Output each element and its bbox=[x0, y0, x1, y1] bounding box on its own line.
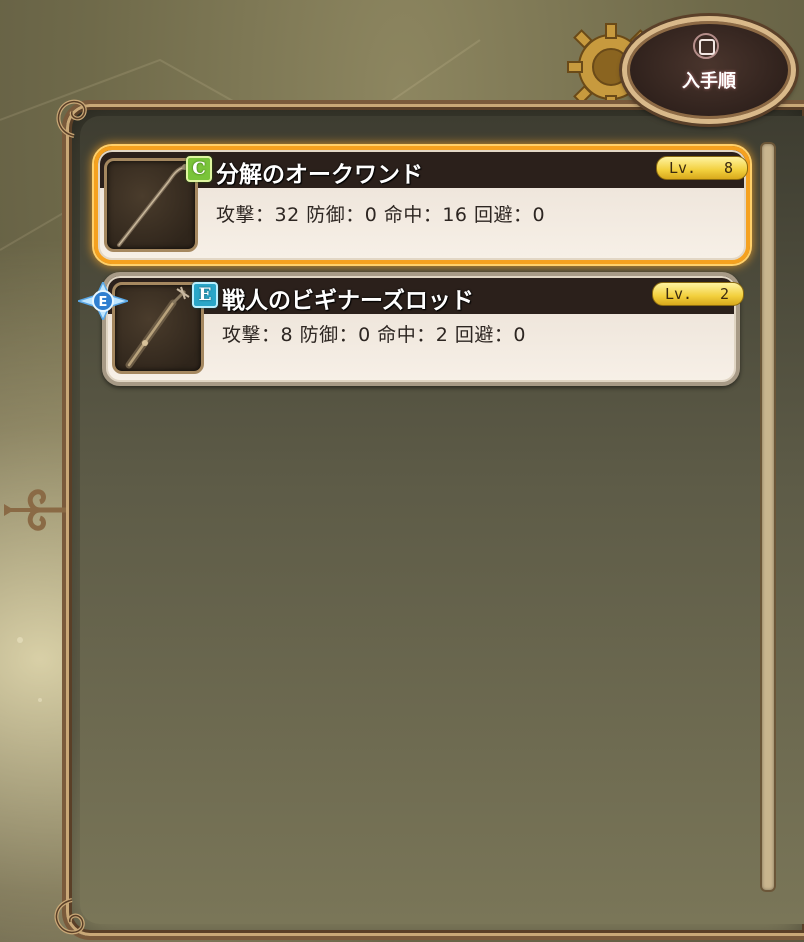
sort-order-label: 入手順 bbox=[682, 71, 736, 92]
item-card-beginners-rod[interactable]: E 戦人のビギナーズロッド Lv. 2 攻撃：8 防御：0 命中：2 回避：0 bbox=[102, 272, 744, 386]
level-label: Lv. bbox=[665, 285, 693, 303]
item-name: 分解のオークワンド bbox=[216, 162, 423, 188]
item-name: 戦人のビギナーズロッド bbox=[222, 288, 474, 314]
sort-order-button[interactable]: 入手順 bbox=[622, 16, 796, 124]
list-scrollbar[interactable] bbox=[760, 142, 776, 892]
item-stats: 攻撃：8 防御：0 命中：2 回避：0 bbox=[222, 324, 526, 346]
equipped-marker-icon: E bbox=[78, 282, 128, 320]
square-button-icon bbox=[699, 39, 715, 55]
equipped-marker-label: E bbox=[99, 295, 108, 310]
corner-ornament-icon bbox=[56, 99, 87, 138]
level-badge: Lv. 2 bbox=[652, 282, 744, 306]
item-thumbnail bbox=[104, 158, 198, 252]
level-label: Lv. bbox=[669, 159, 697, 177]
wand-icon bbox=[117, 164, 188, 247]
rank-badge: C bbox=[186, 156, 212, 182]
item-stats: 攻撃：32 防御：0 命中：16 回避：0 bbox=[216, 204, 546, 226]
corner-ornament-bottom-icon bbox=[54, 898, 85, 935]
side-ornament-icon bbox=[4, 489, 66, 531]
level-badge: Lv. 8 bbox=[656, 156, 748, 180]
level-value: 8 bbox=[723, 159, 733, 177]
level-value: 2 bbox=[719, 285, 729, 303]
item-card-orc-wand[interactable]: C 分解のオークワンド Lv. 8 攻撃：32 防御：0 命中：16 回避：0 bbox=[94, 146, 750, 264]
rank-badge: E bbox=[192, 282, 218, 308]
